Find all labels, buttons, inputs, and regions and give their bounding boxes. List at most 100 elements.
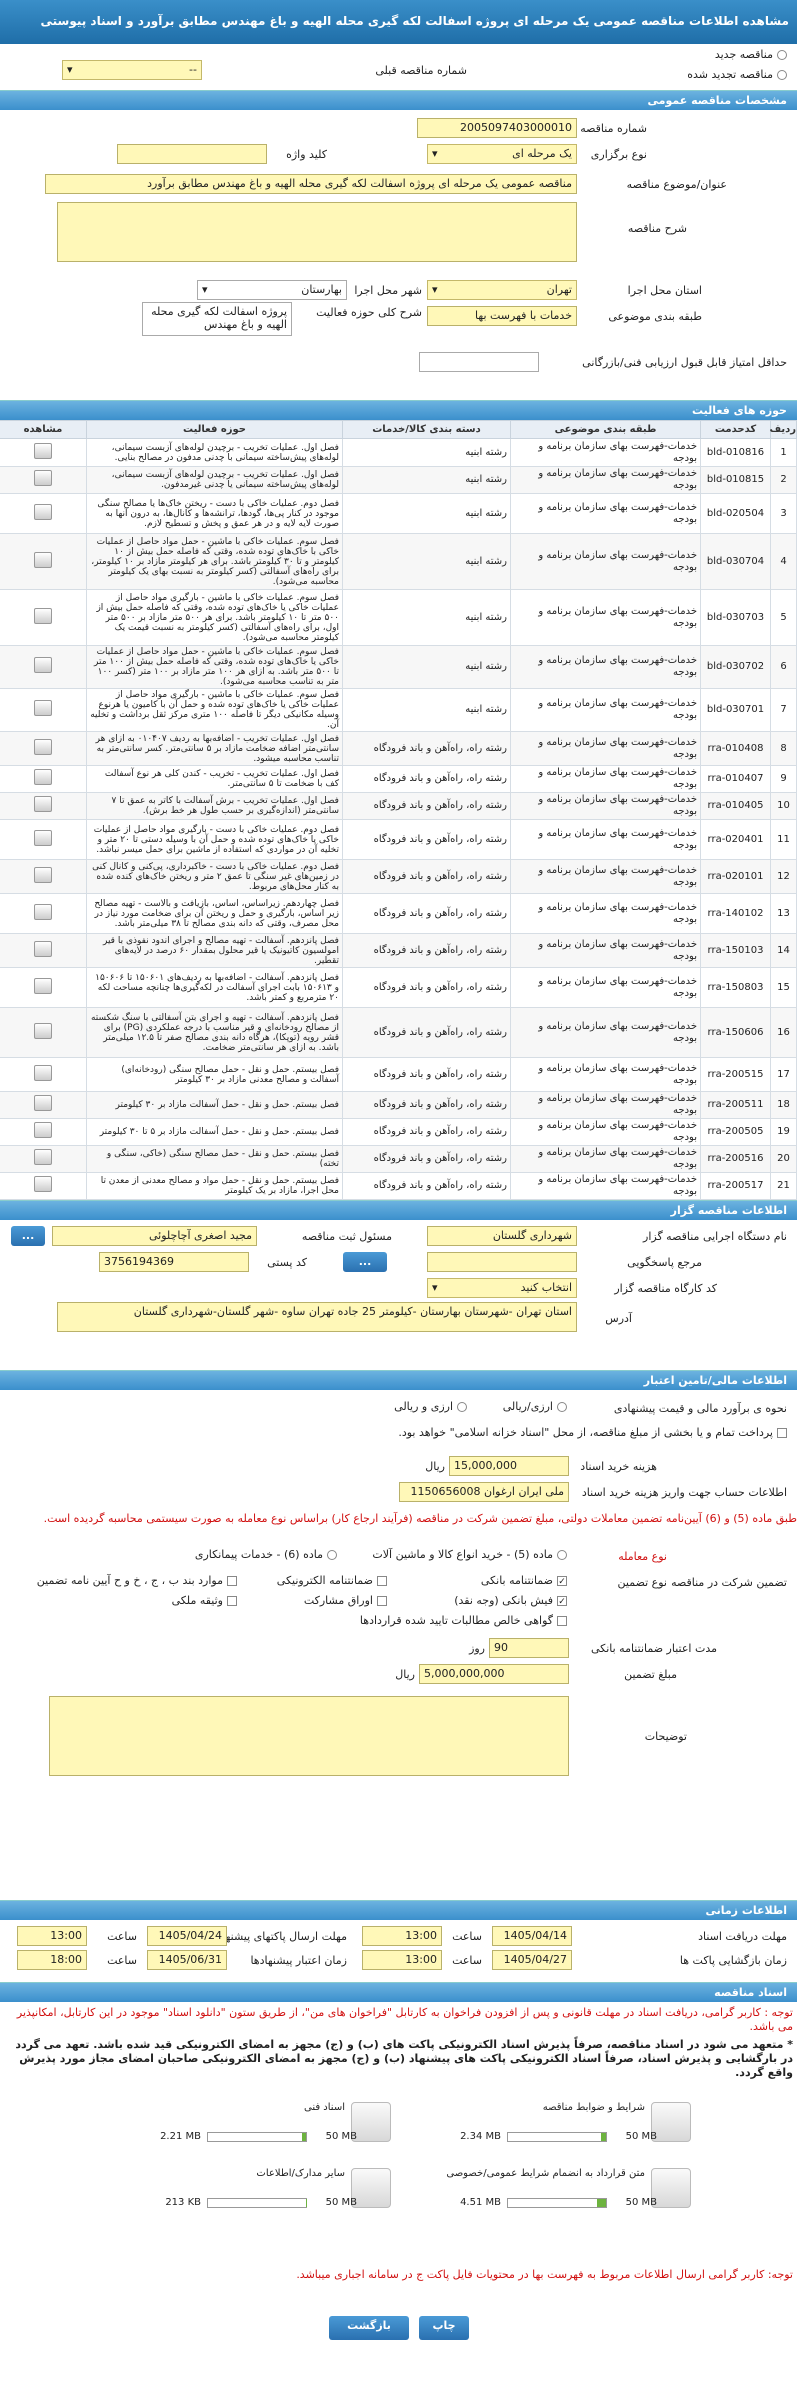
- view-icon[interactable]: [34, 1095, 52, 1111]
- activity-table: ردیف کدحدمت طبقه بندی موضوعی دسته بندی کالا…: [0, 420, 797, 1200]
- number-field[interactable]: 2005097403000010: [417, 118, 577, 138]
- category-cell: خدمات-فهرست بهای سازمان برنامه و بودجه: [510, 731, 701, 766]
- folder-icon: [351, 2102, 391, 2142]
- new-tender-radio[interactable]: مناقصه جدید: [715, 48, 787, 61]
- address-field[interactable]: استان تهران -شهرستان بهارستان -کیلومتر 2…: [57, 1302, 577, 1332]
- province-select[interactable]: تهران: [427, 280, 577, 300]
- g-collateral-check[interactable]: وثیقه ملکی: [172, 1594, 237, 1607]
- doc-file[interactable]: شرایط و ضوابط مناقصه 2.34 MB 50 MB: [357, 2096, 697, 2154]
- open-date[interactable]: 1405/04/27: [492, 1950, 572, 1970]
- g-bonds-check[interactable]: اوراق مشارکت: [304, 1594, 387, 1607]
- get-docs-time-label: ساعت: [452, 1930, 482, 1943]
- type-select[interactable]: یک مرحله ای: [427, 144, 577, 164]
- view-icon[interactable]: [34, 1176, 52, 1192]
- agency-field[interactable]: شهرداری گلستان: [427, 1226, 577, 1246]
- view-icon[interactable]: [34, 829, 52, 846]
- trans-type-6[interactable]: ماده (6) - خدمات پیمانکاری: [195, 1548, 337, 1561]
- print-button[interactable]: چاپ: [419, 2316, 469, 2340]
- view-icon[interactable]: [34, 738, 52, 755]
- category-cell: خدمات-فهرست بهای سازمان برنامه و بودجه: [510, 688, 701, 732]
- get-docs-time[interactable]: 13:00: [362, 1926, 442, 1946]
- responsible-more-button[interactable]: ...: [11, 1226, 45, 1246]
- reference-field[interactable]: [427, 1252, 577, 1272]
- view-icon[interactable]: [34, 977, 52, 994]
- submit-time[interactable]: 13:00: [17, 1926, 87, 1946]
- table-row: 19 rra-200505 خدمات-فهرست بهای سازمان برنا…: [0, 1118, 797, 1146]
- activity-col-header: ردیف: [769, 420, 797, 439]
- view-icon[interactable]: [34, 940, 52, 957]
- g-cert-label: گواهی خالص مطالبات تایید شده قراردادها: [359, 1614, 553, 1627]
- view-icon[interactable]: [34, 503, 52, 520]
- open-time[interactable]: 13:00: [362, 1950, 442, 1970]
- amount-field[interactable]: 5,000,000,000: [419, 1664, 569, 1684]
- validity-field[interactable]: 90: [489, 1638, 569, 1658]
- reference-label: مرجع پاسخگویی: [627, 1256, 702, 1269]
- g-electronic-check[interactable]: ضمانتنامه الکترونیکی: [277, 1574, 387, 1587]
- notes-field[interactable]: [49, 1696, 569, 1776]
- service-code: rra-200515: [700, 1057, 771, 1092]
- view-icon[interactable]: [34, 1022, 52, 1039]
- eval-option-1[interactable]: ارزی/ریالی: [503, 1400, 567, 1413]
- validity-date[interactable]: 1405/06/31: [147, 1950, 227, 1970]
- doc-file-size: 4.51 MB: [460, 2197, 501, 2208]
- get-docs-date[interactable]: 1405/04/14: [492, 1926, 572, 1946]
- activity-cell: فصل اول. عملیات تخریب - برچیدن لوله‌های …: [86, 438, 343, 467]
- doc-file[interactable]: اسناد فنی 2.21 MB 50 MB: [57, 2096, 397, 2154]
- city-select[interactable]: بهارستان: [197, 280, 347, 300]
- view-icon[interactable]: [34, 866, 52, 883]
- g-collateral-label: وثیقه ملکی: [171, 1594, 223, 1607]
- view-icon[interactable]: [34, 442, 52, 459]
- prev-number-select[interactable]: --: [62, 60, 202, 80]
- validity-time[interactable]: 18:00: [17, 1950, 87, 1970]
- prev-number-label: شماره مناقصه قبلی: [375, 64, 467, 77]
- treasury-checkbox[interactable]: پرداخت تمام و یا بخشی از مبلغ مناقصه، از…: [7, 1426, 787, 1439]
- submit-date[interactable]: 1405/04/24: [147, 1926, 227, 1946]
- scope-field[interactable]: پروژه اسفالت لکه گیری محله الهیه و باغ م…: [142, 302, 292, 336]
- activity-cell: فصل پانزدهم. آسفالت - تهیه و اجرای بتن آ…: [86, 1007, 343, 1058]
- view-icon[interactable]: [34, 796, 52, 812]
- subject-field[interactable]: مناقصه عمومی یک مرحله ای پروژه اسفالت لک…: [45, 174, 577, 194]
- doc-file[interactable]: سایر مدارک/اطلاعات 213 KB 50 MB: [57, 2162, 397, 2220]
- g-electronic-label: ضمانتنامه الکترونیکی: [276, 1574, 373, 1587]
- view-icon[interactable]: [34, 700, 52, 716]
- g-cert-check[interactable]: گواهی خالص مطالبات تایید شده قراردادها: [360, 1614, 567, 1627]
- doc-file[interactable]: متن قرارداد به انضمام شرایط عمومی/خصوصی …: [357, 2162, 697, 2220]
- view-icon[interactable]: [34, 657, 52, 673]
- view-icon[interactable]: [34, 769, 52, 785]
- workshop-select[interactable]: انتخاب کنید: [427, 1278, 577, 1298]
- group-cell: رشته راه، راه‌آهن و باند فرودگاه: [342, 819, 511, 860]
- g-cheque-label: فیش بانکی (وجه نقد): [454, 1594, 553, 1607]
- category-field[interactable]: خدمات با فهرست بها: [427, 306, 577, 326]
- postal-field[interactable]: 3756194369: [99, 1252, 249, 1272]
- guarantee-type-label: نوع تضمین: [617, 1576, 667, 1589]
- activity-cell: فصل سوم. عملیات خاکی با ماشین - بارگیری …: [86, 688, 343, 732]
- group-cell: رشته ابنیه: [342, 589, 511, 646]
- g-bank-check[interactable]: ضمانتنامه بانکی: [481, 1574, 567, 1587]
- view-icon[interactable]: [34, 1122, 52, 1138]
- responsible-field[interactable]: مجید اصغری آچاچلوئی: [52, 1226, 257, 1246]
- trans-type-5[interactable]: ماده (5) - خرید انواع کالا و ماشین آلات: [372, 1548, 567, 1561]
- view-icon[interactable]: [34, 1149, 52, 1165]
- min-score-field[interactable]: [419, 352, 539, 372]
- row-index: 11: [770, 819, 797, 860]
- keyword-field[interactable]: [117, 144, 267, 164]
- reference-more-button[interactable]: ...: [343, 1252, 387, 1272]
- account-field[interactable]: ملی ایران ارغوان 1150656008: [399, 1482, 569, 1502]
- eval-option-2[interactable]: ارزی و ریالی: [394, 1400, 467, 1413]
- view-icon[interactable]: [34, 1064, 52, 1081]
- desc-field[interactable]: [57, 202, 577, 262]
- view-icon[interactable]: [34, 607, 52, 624]
- category-cell: خدمات-فهرست بهای سازمان برنامه و بودجه: [510, 933, 701, 968]
- back-button[interactable]: بازگشت: [329, 2316, 409, 2340]
- category-cell: خدمات-فهرست بهای سازمان برنامه و بودجه: [510, 466, 701, 494]
- notes-label: توضیحات: [644, 1730, 687, 1743]
- view-icon[interactable]: [34, 551, 52, 568]
- view-icon[interactable]: [34, 470, 52, 486]
- g-clauses-check[interactable]: موارد بند ب ، ج ، خ و ح آیین نامه تضمین: [37, 1574, 237, 1587]
- g-cheque-check[interactable]: فیش بانکی (وجه نقد): [454, 1594, 567, 1607]
- renewed-tender-radio[interactable]: مناقصه تجدید شده: [687, 68, 787, 81]
- timing-section-header: اطلاعات زمانی: [0, 1900, 797, 1920]
- doc-fee-field[interactable]: 15,000,000: [449, 1456, 569, 1476]
- view-icon[interactable]: [34, 903, 52, 920]
- new-tender-label: مناقصه جدید: [714, 48, 773, 61]
